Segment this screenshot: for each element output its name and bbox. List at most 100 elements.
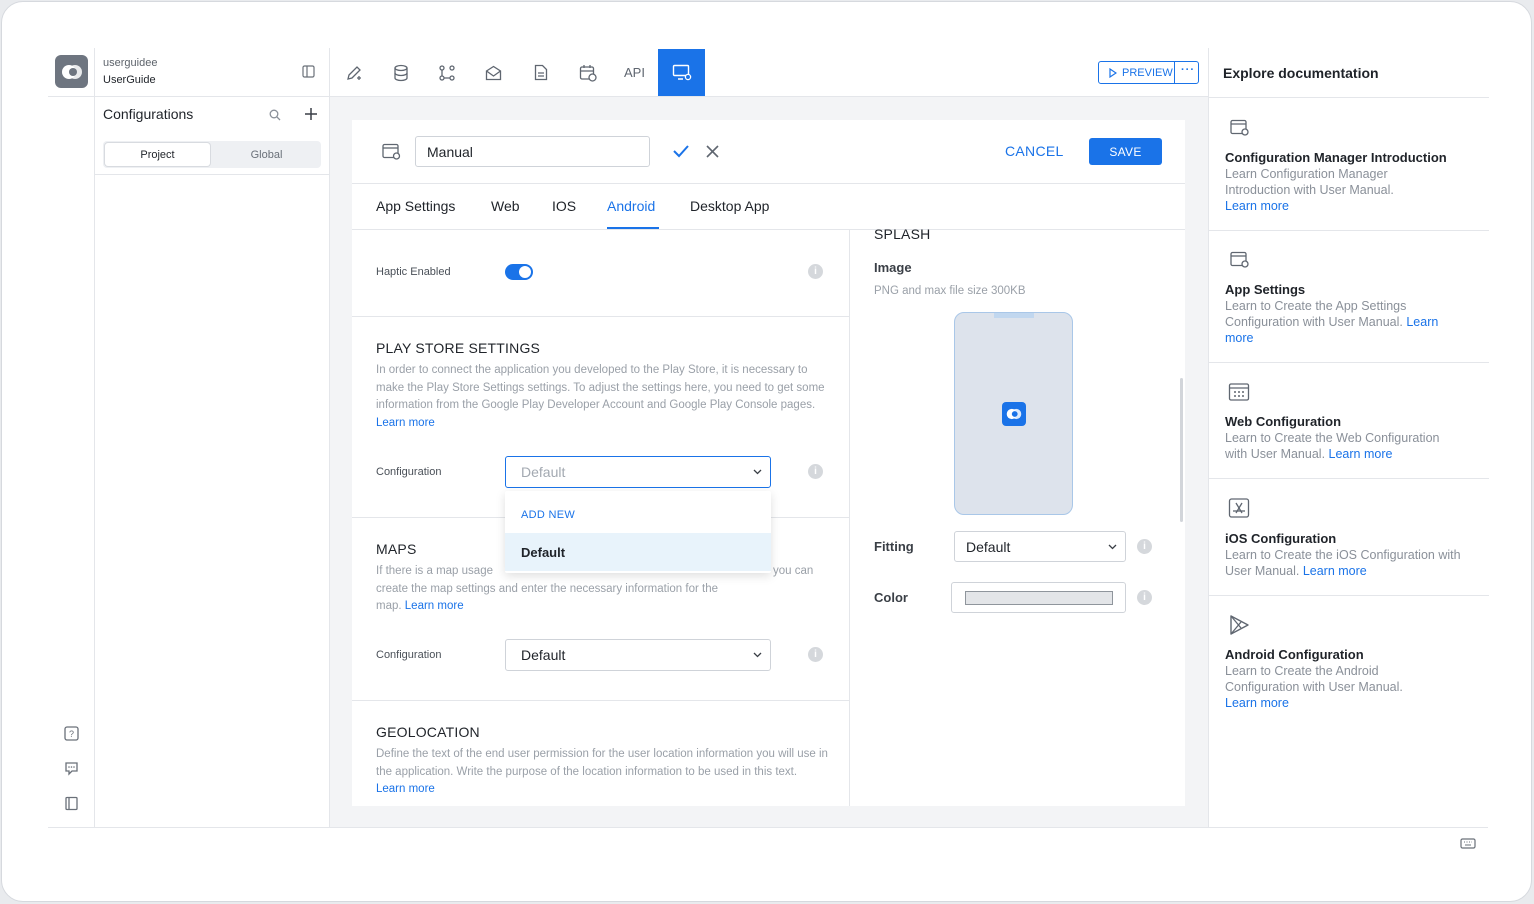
collapse-panel-icon[interactable]	[302, 65, 315, 78]
doc-learn-more[interactable]: Learn more	[1225, 199, 1289, 213]
tab-android[interactable]: Android	[607, 198, 655, 214]
preview-split	[1174, 62, 1175, 83]
chat-icon[interactable]	[64, 761, 79, 776]
document-icon	[534, 64, 547, 81]
splash-image-label: Image	[874, 260, 912, 275]
play-store-config-select[interactable]: Default	[505, 456, 771, 488]
app-icon	[1002, 402, 1026, 426]
doc-item-title[interactable]: Configuration Manager Introduction	[1225, 150, 1447, 165]
workspace-name: UserGuide	[103, 74, 156, 86]
splash-preview[interactable]	[954, 312, 1073, 515]
color-swatch	[965, 591, 1113, 605]
workflow-tool[interactable]	[423, 49, 470, 96]
doc-divider	[1209, 362, 1489, 363]
maps-desc-line3-text: map.	[376, 600, 402, 612]
maps-title: MAPS	[376, 541, 417, 557]
info-icon[interactable]: i	[1137, 539, 1152, 554]
docs-title: Explore documentation	[1223, 65, 1379, 81]
add-icon[interactable]	[304, 107, 318, 121]
doc-item-title[interactable]: App Settings	[1225, 282, 1305, 297]
doc-item-title[interactable]: Web Configuration	[1225, 414, 1341, 429]
color-label: Color	[874, 590, 908, 605]
preview-button[interactable]: PREVIEW ···	[1098, 61, 1199, 84]
maps-config-value: Default	[521, 647, 566, 663]
column-divider	[849, 230, 850, 806]
svg-text:?: ?	[69, 729, 74, 739]
configuration-tool[interactable]	[658, 49, 705, 96]
doc-divider	[1209, 478, 1489, 479]
tab-web[interactable]: Web	[491, 198, 520, 214]
geolocation-learn-more[interactable]: Learn more	[376, 783, 435, 795]
play-store-desc-text: In order to connect the application you …	[376, 364, 825, 412]
maps-desc-line2: create the map settings and enter the ne…	[376, 583, 718, 595]
tab-app-settings[interactable]: App Settings	[376, 198, 455, 214]
mail-tool[interactable]	[470, 49, 517, 96]
scheduler-tool[interactable]	[564, 49, 611, 96]
phone-notch	[994, 313, 1034, 318]
chevron-down-icon	[753, 469, 762, 475]
tab-ios[interactable]: IOS	[552, 198, 576, 214]
color-picker[interactable]	[951, 582, 1126, 613]
config-name-input[interactable]: Manual	[415, 136, 650, 167]
confirm-icon[interactable]	[672, 144, 689, 158]
doc-learn-more[interactable]: Learn more	[1225, 696, 1289, 710]
panel-header-divider	[95, 96, 329, 97]
info-icon[interactable]: i	[1137, 590, 1152, 605]
docs-header-divider	[1209, 97, 1489, 98]
database-icon	[393, 64, 408, 81]
browser-gear-icon	[1230, 119, 1250, 137]
doc-learn-more[interactable]: Learn more	[1303, 564, 1367, 578]
calendar-clock-icon	[579, 64, 597, 82]
segment-project[interactable]: Project	[105, 143, 210, 166]
segment-global[interactable]: Global	[214, 143, 319, 166]
scrollbar[interactable]	[1180, 378, 1183, 522]
doc-learn-more[interactable]: Learn more	[1329, 447, 1393, 461]
app-logo[interactable]	[55, 55, 88, 88]
maps-learn-more[interactable]: Learn more	[405, 600, 464, 612]
geolocation-title: GEOLOCATION	[376, 724, 480, 740]
cancel-button[interactable]: CANCEL	[1005, 143, 1064, 159]
haptic-toggle[interactable]	[505, 264, 533, 280]
config-dropdown-menu: ADD NEW Default	[505, 491, 771, 573]
document-tool[interactable]	[517, 49, 564, 96]
info-icon[interactable]: i	[808, 647, 823, 662]
maps-desc-line1-left: If there is a map usage	[376, 565, 493, 577]
save-button[interactable]: SAVE	[1089, 138, 1162, 165]
geolocation-description: Define the text of the end user permissi…	[376, 746, 828, 799]
doc-item-title[interactable]: Android Configuration	[1225, 647, 1364, 662]
help-icon[interactable]: ?	[64, 726, 79, 741]
scope-segmented-control: Project Global	[103, 141, 321, 168]
maps-config-label: Configuration	[376, 649, 442, 661]
maps-config-select[interactable]: Default	[505, 639, 771, 671]
doc-desc-text: Learn Configuration Manager Introduction…	[1225, 167, 1394, 197]
flow-icon	[438, 64, 455, 81]
search-icon[interactable]	[269, 109, 281, 121]
info-icon[interactable]: i	[808, 464, 823, 479]
keyboard-icon[interactable]	[1460, 838, 1476, 849]
database-tool[interactable]	[377, 49, 424, 96]
browser-gear-icon	[1230, 251, 1250, 269]
info-icon[interactable]: i	[808, 264, 823, 279]
doc-item-title[interactable]: iOS Configuration	[1225, 531, 1336, 546]
pen-icon	[346, 65, 361, 80]
rail-divider	[94, 48, 95, 828]
fitting-select[interactable]: Default	[954, 531, 1126, 562]
close-icon[interactable]	[706, 145, 719, 158]
dropdown-option-default[interactable]: Default	[505, 533, 771, 571]
calendar-grid-icon	[1228, 382, 1250, 402]
toggle-knob	[519, 266, 531, 278]
docs-divider	[1208, 48, 1209, 828]
more-icon[interactable]: ···	[1181, 64, 1195, 76]
footer-divider	[48, 827, 1488, 828]
design-tool[interactable]	[330, 49, 377, 96]
haptic-label: Haptic Enabled	[376, 266, 451, 278]
book-icon[interactable]	[64, 796, 79, 811]
api-tool[interactable]: API	[611, 49, 658, 96]
workspace-label: userguidee	[103, 57, 158, 69]
config-type-icon	[382, 143, 401, 160]
fitting-value: Default	[966, 539, 1011, 555]
add-new-option[interactable]: ADD NEW	[521, 509, 575, 521]
logo-icon	[61, 64, 82, 79]
play-store-learn-more[interactable]: Learn more	[376, 417, 435, 429]
tab-desktop-app[interactable]: Desktop App	[690, 198, 769, 214]
